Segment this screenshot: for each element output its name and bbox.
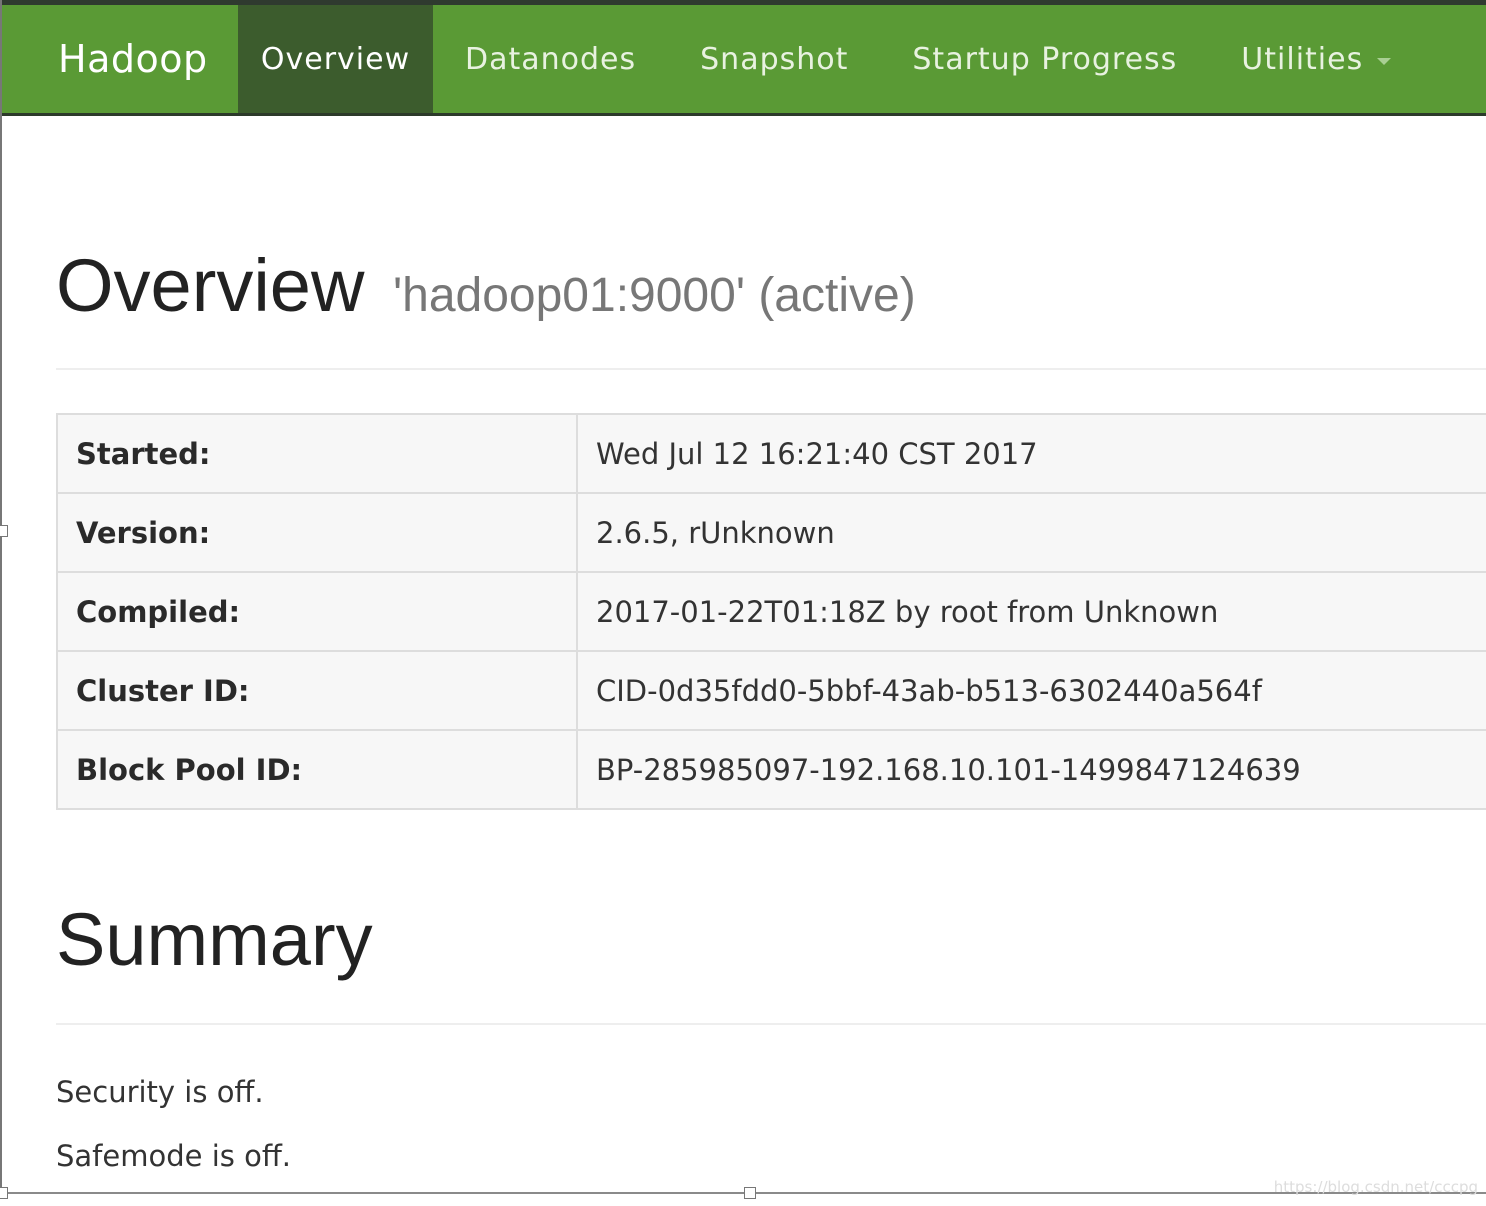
caret-down-icon	[1377, 57, 1392, 65]
resize-handle-bottom-left[interactable]	[0, 1187, 8, 1199]
page-title: Overview 'hadoop01:9000' (active)	[56, 248, 1486, 334]
overview-info-table: Started: Wed Jul 12 16:21:40 CST 2017 Ve…	[56, 413, 1486, 810]
table-row: Cluster ID: CID-0d35fdd0-5bbf-43ab-b513-…	[56, 650, 1486, 731]
row-key-started: Started:	[56, 413, 578, 494]
row-key-compiled: Compiled:	[56, 571, 578, 652]
nav-utilities-label: Utilities	[1241, 41, 1364, 77]
overview-header: Overview 'hadoop01:9000' (active)	[56, 248, 1486, 370]
row-value-block-pool-id: BP-285985097-192.168.10.101-149984712463…	[576, 729, 1486, 810]
table-row: Block Pool ID: BP-285985097-192.168.10.1…	[56, 729, 1486, 810]
nav-datanodes[interactable]: Datanodes	[433, 5, 668, 113]
row-value-cluster-id: CID-0d35fdd0-5bbf-43ab-b513-6302440a564f	[576, 650, 1486, 731]
table-row: Compiled: 2017-01-22T01:18Z by root from…	[56, 571, 1486, 652]
row-value-version: 2.6.5, rUnknown	[576, 492, 1486, 573]
brand-link[interactable]: Hadoop	[2, 5, 238, 113]
table-row: Version: 2.6.5, rUnknown	[56, 492, 1486, 573]
nav-overview[interactable]: Overview	[238, 5, 433, 113]
watermark: https://blog.csdn.net/cccpg	[1273, 1178, 1478, 1196]
namenode-address: 'hadoop01:9000' (active)	[392, 269, 916, 322]
table-row: Started: Wed Jul 12 16:21:40 CST 2017	[56, 413, 1486, 494]
safemode-status: Safemode is off.	[56, 1139, 292, 1173]
summary-title: Summary	[56, 898, 373, 981]
row-key-block-pool-id: Block Pool ID:	[56, 729, 578, 810]
resize-handle-bottom[interactable]	[744, 1187, 756, 1199]
row-key-cluster-id: Cluster ID:	[56, 650, 578, 731]
nav-snapshot[interactable]: Snapshot	[668, 5, 880, 113]
resize-handle-left[interactable]	[0, 525, 8, 537]
row-key-version: Version:	[56, 492, 578, 573]
row-value-compiled: 2017-01-22T01:18Z by root from Unknown	[576, 571, 1486, 652]
summary-header: Summary	[56, 900, 1486, 1025]
page-title-text: Overview	[56, 244, 365, 327]
top-navbar: Hadoop Overview Datanodes Snapshot Start…	[2, 5, 1486, 116]
row-value-started: Wed Jul 12 16:21:40 CST 2017	[576, 413, 1486, 494]
nav-startup-progress[interactable]: Startup Progress	[880, 5, 1209, 113]
nav-utilities-dropdown[interactable]: Utilities	[1209, 5, 1423, 113]
